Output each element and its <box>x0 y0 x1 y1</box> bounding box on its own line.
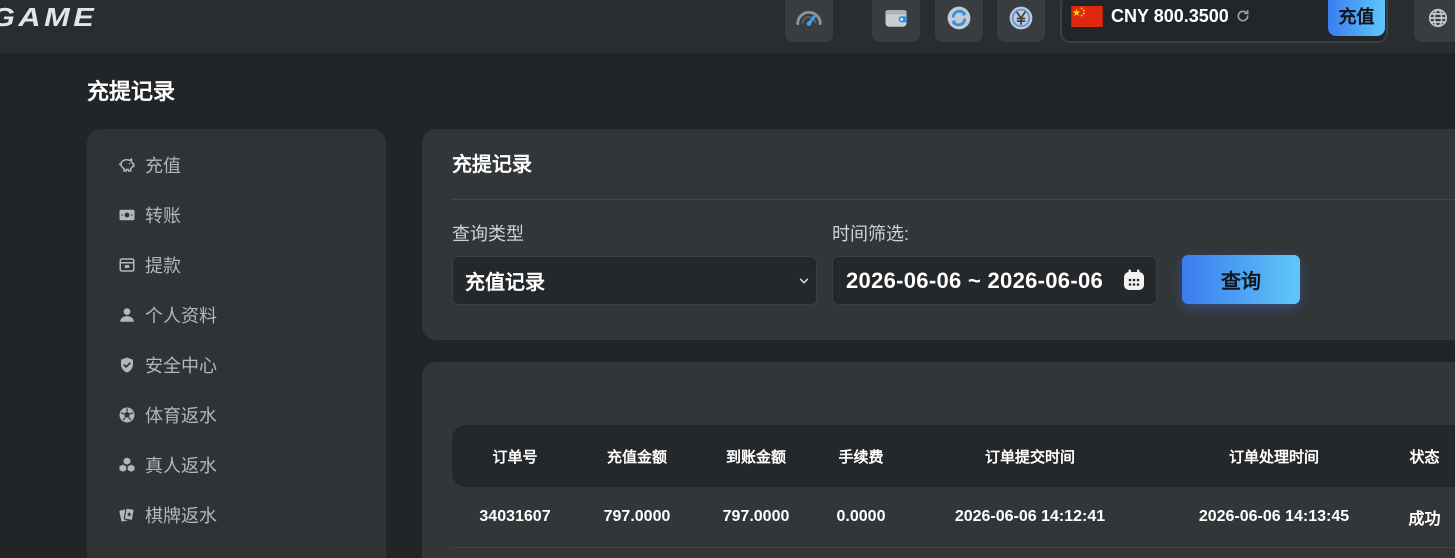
user-icon <box>118 306 136 324</box>
sidebar-item-label: 安全中心 <box>145 356 217 376</box>
column-header-order-id: 订单号 <box>492 448 538 466</box>
sidebar-item-security[interactable]: 安全中心 <box>87 340 386 390</box>
balance-box: CNY 800.3500 充值 <box>1060 0 1388 43</box>
column-header-deposit-amount: 充值金额 <box>606 448 667 466</box>
sync-button[interactable] <box>935 0 983 42</box>
date-filter-label: 时间筛选: <box>832 224 910 244</box>
status-badge: 成功 <box>1408 511 1441 528</box>
query-type-select[interactable]: 充值记录 <box>452 256 817 305</box>
date-range-value: 2026-06-06 ~ 2026-06-06 <box>846 267 1104 293</box>
sidebar-item-profile[interactable]: 个人资料 <box>87 290 386 340</box>
china-flag-icon <box>1071 6 1103 27</box>
cell-order-id: 34031607 <box>479 508 551 525</box>
date-range-picker[interactable]: 2026-06-06 ~ 2026-06-06 <box>832 256 1157 305</box>
playing-cards-icon <box>118 506 136 524</box>
refresh-balance-button[interactable] <box>1235 8 1251 24</box>
withdraw-icon <box>118 256 136 274</box>
sidebar: 充值 转账 提款 个人资料 安全中心 体育返水 真人返水 棋牌返水 <box>87 129 386 558</box>
balance-display: CNY 800.3500 <box>1111 6 1251 26</box>
balance-currency: CNY <box>1111 6 1149 26</box>
sidebar-item-label: 棋牌返水 <box>145 506 217 526</box>
shield-check-icon <box>118 356 136 374</box>
records-panel: 订单号 充值金额 到账金额 手续费 订单提交时间 订单处理时间 状态 34031… <box>422 362 1455 558</box>
cell-process-time: 2026-06-06 14:13:45 <box>1198 508 1350 525</box>
wallet-button[interactable] <box>872 0 920 42</box>
sidebar-item-label: 真人返水 <box>145 456 217 476</box>
sidebar-item-label: 转账 <box>145 206 181 226</box>
sidebar-item-label: 体育返水 <box>145 406 217 426</box>
sync-icon <box>947 6 971 30</box>
query-type-value: 充值记录 <box>465 272 545 294</box>
sidebar-item-label: 提款 <box>145 256 181 276</box>
filter-panel: 充提记录 查询类型 时间筛选: 充值记录 2026-06-06 ~ 2026-0… <box>422 129 1455 340</box>
sidebar-item-sports-rebate[interactable]: 体育返水 <box>87 390 386 440</box>
sidebar-item-withdraw[interactable]: 提款 <box>87 240 386 290</box>
chevron-down-icon <box>799 278 809 284</box>
calendar-icon <box>1124 269 1144 290</box>
page-title: 充提记录 <box>87 79 176 104</box>
query-button[interactable]: 查询 <box>1182 255 1300 304</box>
yen-coin-icon <box>1009 6 1033 30</box>
sidebar-item-label: 充值 <box>145 156 181 176</box>
piggy-bank-icon <box>118 156 136 174</box>
speedometer-icon <box>796 11 822 26</box>
sidebar-item-cards-rebate[interactable]: 棋牌返水 <box>87 490 386 540</box>
query-type-label: 查询类型 <box>452 224 524 244</box>
column-header-status: 状态 <box>1409 448 1440 466</box>
globe-icon <box>1428 8 1448 28</box>
filter-title: 充提记录 <box>452 154 532 176</box>
filter-divider <box>452 199 1455 200</box>
column-header-credited-amount: 到账金额 <box>725 448 786 466</box>
column-header-submit-time: 订单提交时间 <box>984 448 1075 466</box>
cell-fee: 0.0000 <box>836 508 886 525</box>
sidebar-item-label: 个人资料 <box>145 306 217 326</box>
sidebar-item-transfer[interactable]: 转账 <box>87 190 386 240</box>
table-header: 订单号 充值金额 到账金额 手续费 订单提交时间 订单处理时间 状态 <box>452 425 1455 487</box>
column-header-process-time: 订单处理时间 <box>1228 448 1319 466</box>
refresh-icon <box>1237 9 1249 22</box>
balance-text: CNY 800.3500 <box>1111 6 1229 26</box>
top-header: GAME CNY 800.3500 充值 <box>0 0 1455 53</box>
column-header-fee: 手续费 <box>838 448 884 466</box>
sidebar-item-live-rebate[interactable]: 真人返水 <box>87 440 386 490</box>
cubes-icon <box>118 456 136 474</box>
cell-credited-amount: 797.0000 <box>722 508 790 525</box>
site-logo[interactable]: GAME <box>0 3 97 31</box>
table-row: 34031607 797.0000 797.0000 0.0000 2026-0… <box>452 487 1455 548</box>
sidebar-item-deposit[interactable]: 充值 <box>87 140 386 190</box>
speed-test-button[interactable] <box>785 0 833 42</box>
cell-deposit-amount: 797.0000 <box>603 508 671 525</box>
language-button[interactable] <box>1414 0 1455 42</box>
soccer-ball-icon <box>118 406 136 424</box>
balance-amount: 800.3500 <box>1153 6 1229 26</box>
currency-exchange-button[interactable] <box>997 0 1045 42</box>
money-bill-icon <box>118 206 136 224</box>
deposit-button[interactable]: 充值 <box>1328 0 1385 36</box>
cell-submit-time: 2026-06-06 14:12:41 <box>954 508 1106 525</box>
wallet-icon <box>885 10 908 27</box>
